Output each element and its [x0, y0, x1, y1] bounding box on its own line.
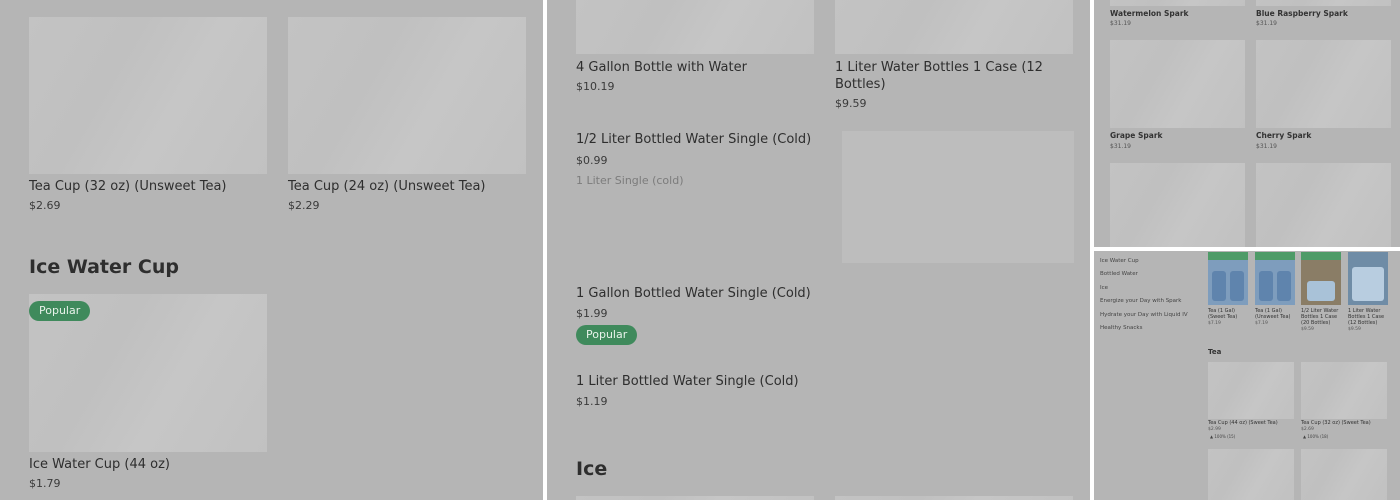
item-price: $2.69: [1301, 427, 1314, 432]
item-image[interactable]: [1256, 40, 1391, 128]
item-price: $9.59: [1301, 327, 1314, 332]
item-name[interactable]: Tea Cup (32 oz) (Sweet Tea): [1301, 420, 1387, 426]
sidebar-item-liquid-iv[interactable]: Hydrate your Day with Liquid IV: [1100, 312, 1188, 318]
item-price: $7.19: [1255, 321, 1268, 326]
jug-shape: [1277, 271, 1291, 301]
item-image[interactable]: [29, 17, 267, 174]
item-image[interactable]: [1301, 362, 1387, 419]
tag-badge: [1208, 252, 1248, 260]
item-image[interactable]: [1256, 0, 1391, 6]
item-price: $7.19: [1208, 321, 1221, 326]
item-price: $31.19: [1110, 20, 1131, 27]
menu-panel-tea-ice-water: Tea Cup (32 oz) (Unsweet Tea) $2.69 Tea …: [0, 0, 543, 500]
item-image[interactable]: [842, 131, 1074, 263]
item-image[interactable]: [1110, 0, 1245, 6]
item-name[interactable]: Blue Raspberry Spark: [1256, 9, 1348, 18]
sidebar-item-spark[interactable]: Energize your Day with Spark: [1100, 298, 1182, 304]
item-price: $1.99: [576, 307, 608, 320]
section-title: Ice: [576, 458, 608, 480]
item-price: $1.79: [29, 477, 61, 490]
jug-shape: [1259, 271, 1273, 301]
item-name[interactable]: 4 Gallon Bottle with Water: [576, 59, 747, 76]
item-name[interactable]: 1 Liter Water Bottles 1 Case (12 Bottles…: [835, 59, 1055, 93]
item-name[interactable]: Tea (1 Gal) (Unsweet Tea): [1255, 308, 1297, 320]
item-image[interactable]: [1208, 252, 1248, 305]
thumbs-up-icon: ▲: [1303, 434, 1307, 439]
item-price: $2.99: [1208, 427, 1221, 432]
thumbs-up-icon: ▲: [1210, 434, 1214, 439]
item-name[interactable]: Tea Cup (32 oz) (Unsweet Tea): [29, 178, 226, 195]
item-image[interactable]: [288, 17, 526, 174]
item-name[interactable]: Cherry Spark: [1256, 131, 1311, 140]
item-name[interactable]: Watermelon Spark: [1110, 9, 1189, 18]
sidebar-item-ice-water-cup[interactable]: Ice Water Cup: [1100, 258, 1139, 264]
rating: ▲ 100% (15): [1210, 434, 1236, 439]
section-title: Tea: [1208, 348, 1222, 356]
item-name[interactable]: 1 Liter Bottled Water Single (Cold): [576, 373, 799, 390]
item-name[interactable]: Tea (1 Gal) (Sweet Tea): [1208, 308, 1250, 320]
item-name[interactable]: Grape Spark: [1110, 131, 1163, 140]
tag-badge: [1301, 252, 1341, 260]
popular-badge: Popular: [29, 301, 91, 321]
menu-panel-bottled-water: 4 Gallon Bottle with Water $10.19 1 Lite…: [547, 0, 1090, 500]
item-price: $10.19: [576, 80, 615, 93]
item-image[interactable]: [576, 0, 814, 54]
section-title: Ice Water Cup: [29, 256, 179, 278]
item-image[interactable]: [835, 0, 1073, 54]
menu-panel-overview: Ice Water Cup Bottled Water Ice Energize…: [1094, 251, 1400, 500]
item-price: $0.99: [576, 154, 608, 167]
item-name[interactable]: Tea Cup (24 oz) (Unsweet Tea): [288, 178, 485, 195]
tag-badge: [1255, 252, 1295, 260]
jug-shape: [1230, 271, 1244, 301]
popular-badge: Popular: [576, 325, 638, 345]
item-image[interactable]: [1208, 449, 1294, 500]
item-image[interactable]: [1256, 163, 1391, 247]
item-image[interactable]: [1255, 252, 1295, 305]
item-image[interactable]: [1301, 449, 1387, 500]
item-name[interactable]: Ice Water Cup (44 oz): [29, 456, 170, 473]
item-name[interactable]: 1 Gallon Bottled Water Single (Cold): [576, 285, 811, 302]
item-name[interactable]: 1/2 Liter Water Bottles 1 Case (20 Bottl…: [1301, 308, 1343, 326]
item-price: $9.59: [835, 97, 867, 110]
item-image[interactable]: [1301, 252, 1341, 305]
item-image[interactable]: [1348, 252, 1388, 305]
item-price: $9.59: [1348, 327, 1361, 332]
sidebar-item-healthy-snacks[interactable]: Healthy Snacks: [1100, 325, 1143, 331]
jug-shape: [1212, 271, 1226, 301]
menu-panel-spark: Watermelon Spark $31.19 Blue Raspberry S…: [1094, 0, 1400, 247]
item-price: $2.29: [288, 199, 320, 212]
item-image[interactable]: [1208, 362, 1294, 419]
rating: ▲ 100% (18): [1303, 434, 1329, 439]
item-image[interactable]: [835, 496, 1073, 500]
case-shape: [1352, 267, 1384, 301]
case-shape: [1307, 281, 1335, 301]
item-price: $31.19: [1110, 143, 1131, 150]
item-name[interactable]: 1/2 Liter Bottled Water Single (Cold): [576, 131, 811, 148]
item-image[interactable]: [1110, 163, 1245, 247]
item-price: $31.19: [1256, 20, 1277, 27]
item-price: $1.19: [576, 395, 608, 408]
item-price: $31.19: [1256, 143, 1277, 150]
item-image[interactable]: [1110, 40, 1245, 128]
sidebar-item-ice[interactable]: Ice: [1100, 285, 1108, 291]
item-price: $2.69: [29, 199, 61, 212]
item-name[interactable]: 1 Liter Water Bottles 1 Case (12 Bottles…: [1348, 308, 1390, 326]
item-name[interactable]: Tea Cup (44 oz) (Sweet Tea): [1208, 420, 1294, 426]
item-image[interactable]: [576, 496, 814, 500]
item-description: 1 Liter Single (cold): [576, 174, 684, 187]
sidebar-item-bottled-water[interactable]: Bottled Water: [1100, 271, 1138, 277]
